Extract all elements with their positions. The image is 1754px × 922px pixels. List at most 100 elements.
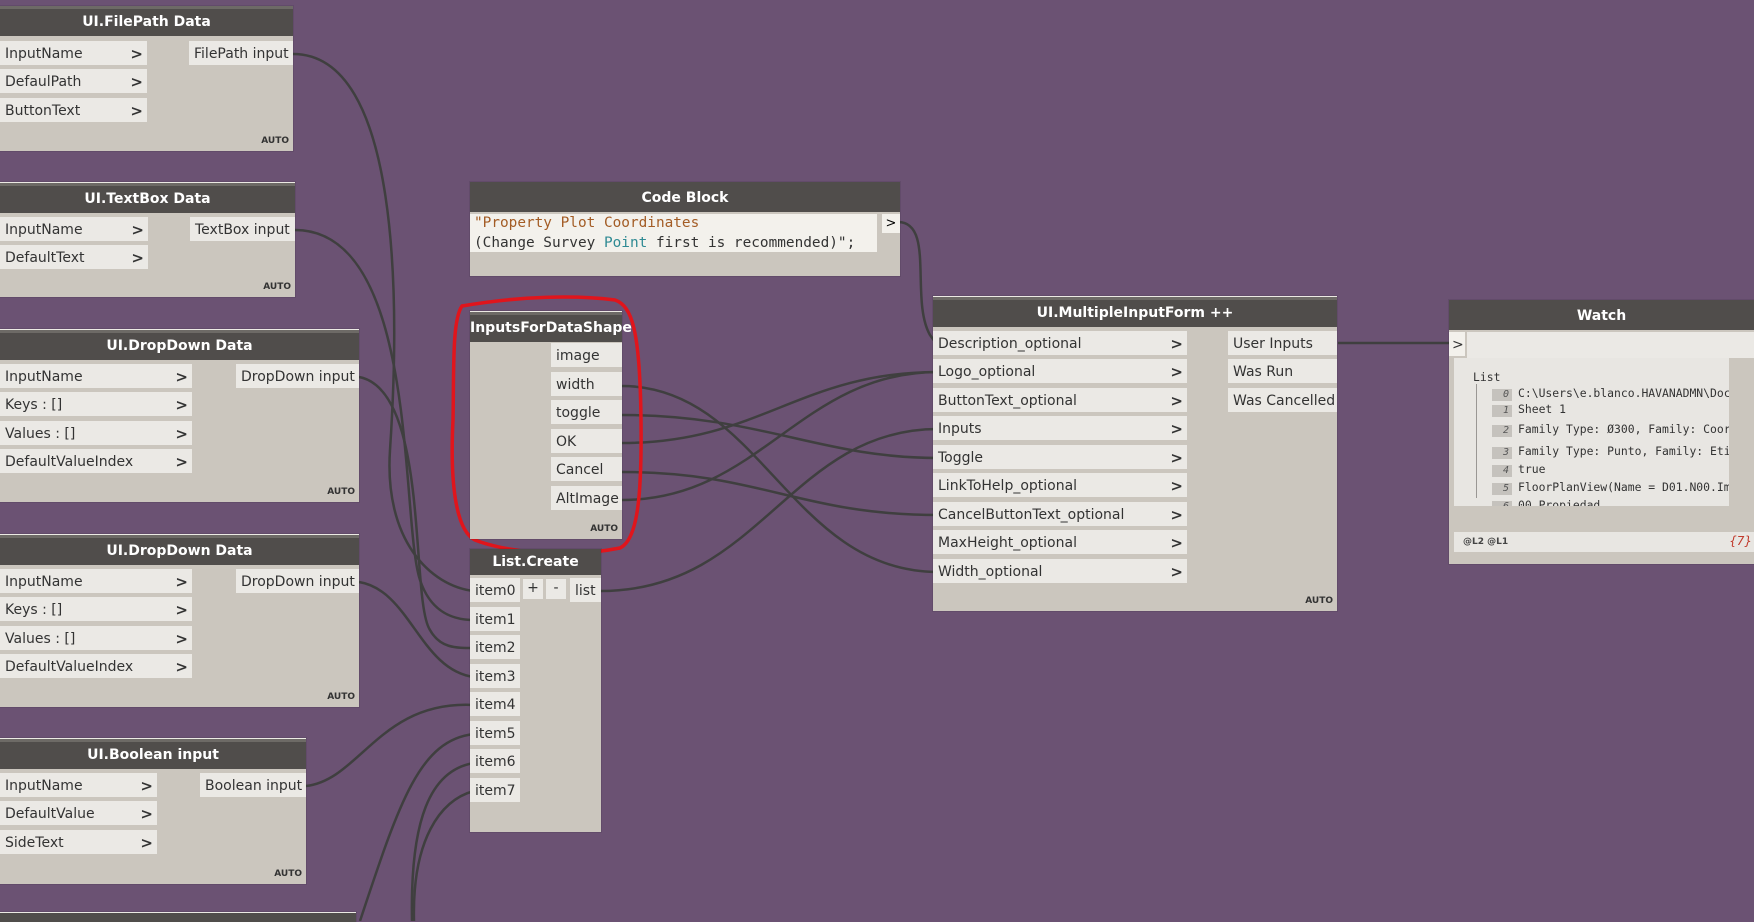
textbox-data-node[interactable]: UI.TextBox Data InputName > DefaultText > … <box>0 182 295 297</box>
port-label: SideText <box>5 835 64 851</box>
input-port-width-optional[interactable]: Width_optional > <box>933 559 1187 585</box>
list-levels[interactable]: @L2 @L1 <box>1463 537 1508 547</box>
node-title[interactable]: UI.Boolean input <box>0 738 306 769</box>
node-title[interactable]: UI.MultipleInputForm ++ <box>933 296 1337 327</box>
input-port-buttontext[interactable]: ButtonText > <box>0 98 147 124</box>
node-title[interactable]: UI.DropDown Data <box>0 534 359 565</box>
watch-preview[interactable]: List 0 C:\Users\e.blanco.HAVANADMN\Docum … <box>1454 358 1729 506</box>
remove-input-button[interactable]: - <box>546 579 566 599</box>
output-port-list[interactable]: list <box>570 578 601 604</box>
input-port-inputname[interactable]: InputName > <box>0 773 157 799</box>
chevron-right-icon: > <box>175 396 188 414</box>
input-port-defaultvalueindex[interactable]: DefaultValueIndex > <box>0 449 192 475</box>
node-title[interactable]: Code Block <box>470 182 900 212</box>
filepath-data-node[interactable]: UI.FilePath Data InputName > DefaulPath > … <box>0 6 293 151</box>
port-label: InputName <box>5 369 83 385</box>
port-label: InputName <box>5 574 83 590</box>
output-port-filepath[interactable]: FilePath input <box>189 41 293 67</box>
input-port-watch[interactable]: > <box>1449 332 1465 358</box>
auto-label: AUTO <box>590 524 618 534</box>
input-port-toggle[interactable]: Toggle > <box>933 445 1187 471</box>
input-port-item7[interactable]: item7 <box>470 778 520 804</box>
auto-label: AUTO <box>261 136 289 146</box>
input-port-logo-optional[interactable]: Logo_optional > <box>933 359 1187 385</box>
chevron-right-icon: > <box>1170 449 1183 467</box>
input-port-defaulttext[interactable]: DefaultText > <box>0 245 148 271</box>
input-port-inputname[interactable]: InputName > <box>0 217 148 243</box>
input-port-item0[interactable]: item0 <box>470 578 520 604</box>
output-port-dropdown[interactable]: DropDown input <box>236 364 359 390</box>
output-port-dropdown[interactable]: DropDown input <box>236 569 359 595</box>
input-port-values[interactable]: Values : [] > <box>0 421 192 447</box>
output-port-user-inputs[interactable]: User Inputs <box>1228 331 1337 357</box>
input-port-defaultvalue[interactable]: DefaultValue > <box>0 801 157 827</box>
port-label: Description_optional <box>938 336 1082 352</box>
port-label: Logo_optional <box>938 364 1036 380</box>
node-title[interactable]: UI.TextBox Data <box>0 182 295 213</box>
output-port-toggle[interactable]: toggle <box>551 400 622 426</box>
input-port-defaulpath[interactable]: DefaulPath > <box>0 69 147 95</box>
list-create-node[interactable]: List.Create item0 + - list item1 item2 i… <box>470 549 601 832</box>
input-port-cancelbuttontext-optional[interactable]: CancelButtonText_optional > <box>933 502 1187 528</box>
input-port-inputname[interactable]: InputName > <box>0 41 147 67</box>
output-port-was-run[interactable]: Was Run <box>1228 359 1337 385</box>
output-port-textbox[interactable]: TextBox input <box>190 217 295 243</box>
wire-offscreen-to-item6 <box>410 761 475 921</box>
boolean-input-node[interactable]: UI.Boolean input InputName > DefaultValue… <box>0 738 306 884</box>
input-port-description-optional[interactable]: Description_optional > <box>933 331 1187 357</box>
add-input-button[interactable]: + <box>523 579 543 599</box>
input-port-inputname[interactable]: InputName > <box>0 569 192 595</box>
port-label: Keys : [] <box>5 602 63 618</box>
node-title[interactable]: List.Create <box>470 549 601 575</box>
input-port-item6[interactable]: item6 <box>470 749 520 775</box>
input-port-keys[interactable]: Keys : [] > <box>0 392 192 418</box>
code-editor[interactable]: "Property Plot Coordinates (Change Surve… <box>470 214 877 252</box>
input-port-defaultvalueindex[interactable]: DefaultValueIndex > <box>0 654 192 680</box>
input-port-inputname[interactable]: InputName > <box>0 364 192 390</box>
list-value: true <box>1518 462 1546 476</box>
input-port-item3[interactable]: item3 <box>470 664 520 690</box>
input-port-item4[interactable]: item4 <box>470 692 520 718</box>
list-item: 6 00_Propiedad <box>1492 498 1600 506</box>
output-port-boolean[interactable]: Boolean input <box>200 773 306 799</box>
input-port-values[interactable]: Values : [] > <box>0 626 192 652</box>
wire-offscreen-to-item5 <box>358 732 475 921</box>
list-value: Sheet 1 <box>1518 402 1567 416</box>
list-index: 4 <box>1492 465 1512 477</box>
input-port-buttontext-optional[interactable]: ButtonText_optional > <box>933 388 1187 414</box>
input-port-inputs[interactable]: Inputs > <box>933 416 1187 442</box>
list-value: 00_Propiedad <box>1518 498 1601 506</box>
node-title[interactable]: InputsForDataShape <box>470 311 632 342</box>
input-port-item2[interactable]: item2 <box>470 635 520 661</box>
node-title[interactable]: UI.DropDown Data <box>0 329 359 360</box>
output-port-image[interactable]: image <box>551 343 622 369</box>
chevron-right-icon: > <box>1170 363 1183 381</box>
list-value: Family Type: Punto, Family: Etiqu <box>1518 444 1729 458</box>
output-port-cancel[interactable]: Cancel <box>551 457 622 483</box>
multiple-input-form-node[interactable]: UI.MultipleInputForm ++ Description_opti… <box>933 296 1337 611</box>
chevron-right-icon: > <box>1170 335 1183 353</box>
inputs-for-datashape-node[interactable]: InputsForDataShape image width toggle OK… <box>470 311 632 539</box>
input-port-sidetext[interactable]: SideText > <box>0 830 157 856</box>
input-port-linktohelp-optional[interactable]: LinkToHelp_optional > <box>933 473 1187 499</box>
input-port-item5[interactable]: item5 <box>470 721 520 747</box>
dropdown-data-node-1[interactable]: UI.DropDown Data InputName > Keys : [] > V… <box>0 329 359 502</box>
code-line-2b: first is recommended)"; <box>647 234 856 251</box>
output-port-width[interactable]: width <box>551 372 622 398</box>
output-port-code[interactable]: > <box>882 214 900 233</box>
list-item: 4 true <box>1492 462 1545 477</box>
output-port-ok[interactable]: OK <box>551 429 622 455</box>
list-index: 5 <box>1492 483 1512 495</box>
dropdown-data-node-2[interactable]: UI.DropDown Data InputName > Keys : [] > V… <box>0 534 359 707</box>
input-port-maxheight-optional[interactable]: MaxHeight_optional > <box>933 530 1187 556</box>
node-title[interactable]: UI.FilePath Data <box>0 6 293 36</box>
output-port-altimage[interactable]: AltImage <box>551 486 622 512</box>
input-port-keys[interactable]: Keys : [] > <box>0 597 192 623</box>
auto-label: AUTO <box>327 487 355 497</box>
watch-node[interactable]: Watch > List 0 C:\Users\e.blanco.HAVANADM… <box>1449 300 1754 564</box>
node-title[interactable]: Watch <box>1449 300 1754 330</box>
output-port-was-cancelled[interactable]: Was Cancelled <box>1228 388 1337 414</box>
list-item: 1 Sheet 1 <box>1492 402 1566 417</box>
input-port-item1[interactable]: item1 <box>470 607 520 633</box>
code-block-node[interactable]: Code Block "Property Plot Coordinates (C… <box>470 182 900 276</box>
